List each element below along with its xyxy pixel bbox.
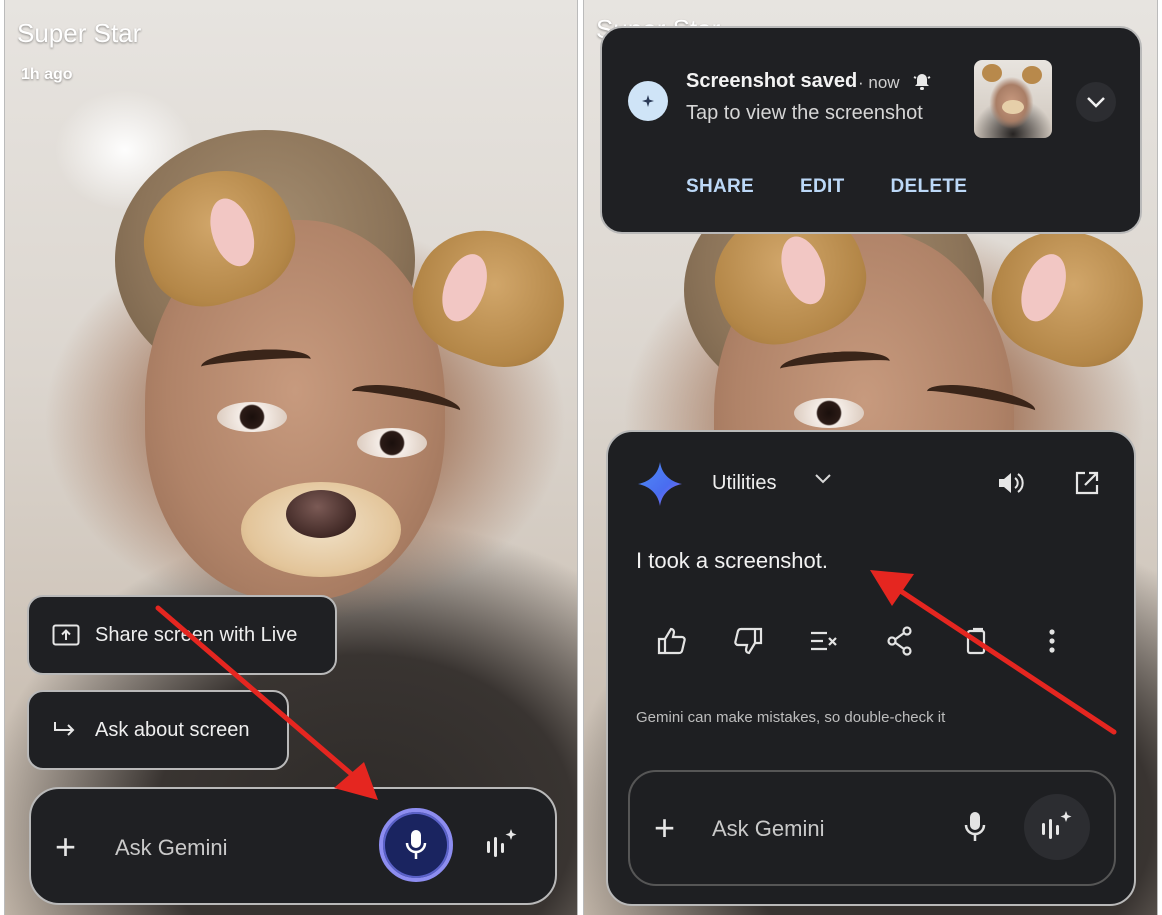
screenshot-notification[interactable]: Screenshot saved · now Tap to view the s… — [600, 26, 1142, 234]
gemini-overlay: Utilities I took a screenshot. Gemini ca… — [606, 430, 1136, 906]
gemini-live-icon — [487, 829, 517, 857]
bell-icon — [912, 72, 932, 97]
eye — [357, 428, 427, 458]
mic-icon — [405, 830, 427, 859]
notification-title: Screenshot saved — [686, 70, 858, 92]
plus-icon[interactable]: + — [654, 810, 675, 846]
dog-nose-filter — [241, 482, 401, 577]
eye — [217, 402, 287, 432]
mic-button[interactable] — [379, 808, 453, 882]
gemini-live-button[interactable] — [469, 812, 535, 878]
chevron-down-icon — [1087, 97, 1105, 108]
edit-action[interactable]: EDIT — [800, 176, 844, 198]
ask-about-screen-chip[interactable]: Ask about screen — [27, 690, 289, 770]
gemini-small-icon — [628, 81, 668, 121]
ask-gemini-input[interactable]: Ask Gemini — [712, 816, 824, 842]
utilities-title[interactable]: Utilities — [712, 472, 776, 495]
share-screen-label: Share screen with Live — [95, 623, 298, 646]
redirect-arrow-icon — [51, 718, 81, 742]
speaker-icon[interactable] — [996, 470, 1024, 501]
notification-time: · now — [858, 73, 900, 92]
chevron-down-icon[interactable] — [814, 472, 832, 490]
plus-icon[interactable]: + — [55, 829, 76, 865]
gemini-disclaimer: Gemini can make mistakes, so double-chec… — [636, 709, 946, 726]
gemini-logo-icon — [638, 462, 682, 511]
gemini-live-icon — [1042, 811, 1072, 839]
mic-icon[interactable] — [962, 810, 988, 849]
response-actions — [656, 625, 1068, 657]
open-external-icon[interactable] — [1074, 470, 1100, 501]
delete-action[interactable]: DELETE — [891, 176, 968, 198]
ask-about-screen-label: Ask about screen — [95, 718, 250, 741]
gemini-response: I took a screenshot. — [636, 548, 828, 573]
eye — [794, 398, 864, 428]
modify-response-icon[interactable] — [808, 625, 840, 657]
copy-icon[interactable] — [960, 625, 992, 657]
share-icon[interactable] — [884, 625, 916, 657]
thumbs-up-icon[interactable] — [656, 625, 688, 657]
share-screen-icon — [51, 623, 81, 647]
screenshot-thumbnail[interactable] — [974, 60, 1052, 138]
posted-time: 1h ago — [21, 66, 73, 83]
share-screen-chip[interactable]: Share screen with Live — [27, 595, 337, 675]
right-phone-screen: Super Star Screenshot saved · now Tap to… — [583, 0, 1158, 915]
contact-name: Super Star — [17, 18, 142, 48]
notification-body: Tap to view the screenshot — [686, 102, 923, 124]
share-action[interactable]: SHARE — [686, 176, 754, 198]
gemini-live-button[interactable] — [1024, 794, 1090, 860]
expand-button[interactable] — [1076, 82, 1116, 122]
ask-gemini-bar[interactable]: + Ask Gemini — [628, 770, 1116, 886]
more-icon[interactable] — [1036, 625, 1068, 657]
left-phone-screen: Super Star 1h ago Share screen with Live… — [4, 0, 578, 915]
ask-gemini-input[interactable]: Ask Gemini — [115, 835, 227, 861]
notification-actions: SHARE EDIT DELETE — [686, 176, 967, 198]
thumbs-down-icon[interactable] — [732, 625, 764, 657]
